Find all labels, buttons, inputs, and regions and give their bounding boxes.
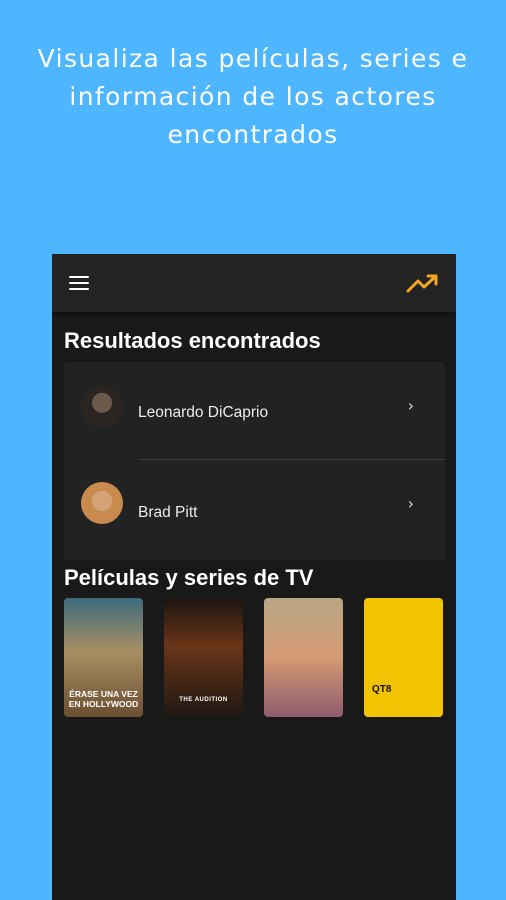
promo-title-line-1: Visualiza las películas, series e — [37, 44, 469, 73]
poster-once-upon-a-time-in-hollywood[interactable]: ÉRASE UNA VEZ EN HOLLYWOOD — [64, 598, 143, 717]
app-bar — [52, 254, 456, 312]
poster-list: ÉRASE UNA VEZ EN HOLLYWOOD THE AUDITION … — [64, 598, 456, 718]
results-card: Leonardo DiCaprio › Brad Pitt › — [64, 362, 445, 560]
poster-caption: QT8 — [372, 684, 392, 695]
media-section-title: Películas y series de TV — [64, 565, 314, 590]
person-row-brad-pitt[interactable]: Brad Pitt › — [64, 460, 445, 552]
avatar — [81, 482, 123, 524]
poster-caption: THE AUDITION — [179, 697, 228, 703]
poster-qt8[interactable]: QT8 — [364, 598, 443, 717]
chevron-right-icon: › — [407, 396, 414, 415]
screen: { "promo": { "title_line1": "Visualiza l… — [0, 0, 506, 900]
app-screen: Resultados encontrados Leonardo DiCaprio… — [52, 254, 456, 900]
person-name: Leonardo DiCaprio — [138, 404, 269, 421]
poster-the-audition[interactable]: THE AUDITION — [164, 598, 243, 717]
avatar — [81, 386, 123, 428]
results-section-title: Resultados encontrados — [64, 328, 321, 353]
promo-title-line-2: información de los actores — [69, 82, 437, 111]
person-name: Brad Pitt — [138, 504, 198, 521]
poster-caption: ÉRASE UNA VEZ EN HOLLYWOOD — [68, 689, 139, 709]
person-row-leonardo-dicaprio[interactable]: Leonardo DiCaprio › — [64, 362, 445, 454]
poster-illustrated[interactable] — [264, 598, 343, 717]
trending-up-icon[interactable] — [406, 272, 440, 294]
chevron-right-icon: › — [407, 494, 414, 513]
menu-icon[interactable] — [69, 276, 89, 291]
promo-title-line-3: encontrados — [167, 120, 339, 149]
promo-title: Visualiza las películas, series e inform… — [0, 40, 506, 154]
